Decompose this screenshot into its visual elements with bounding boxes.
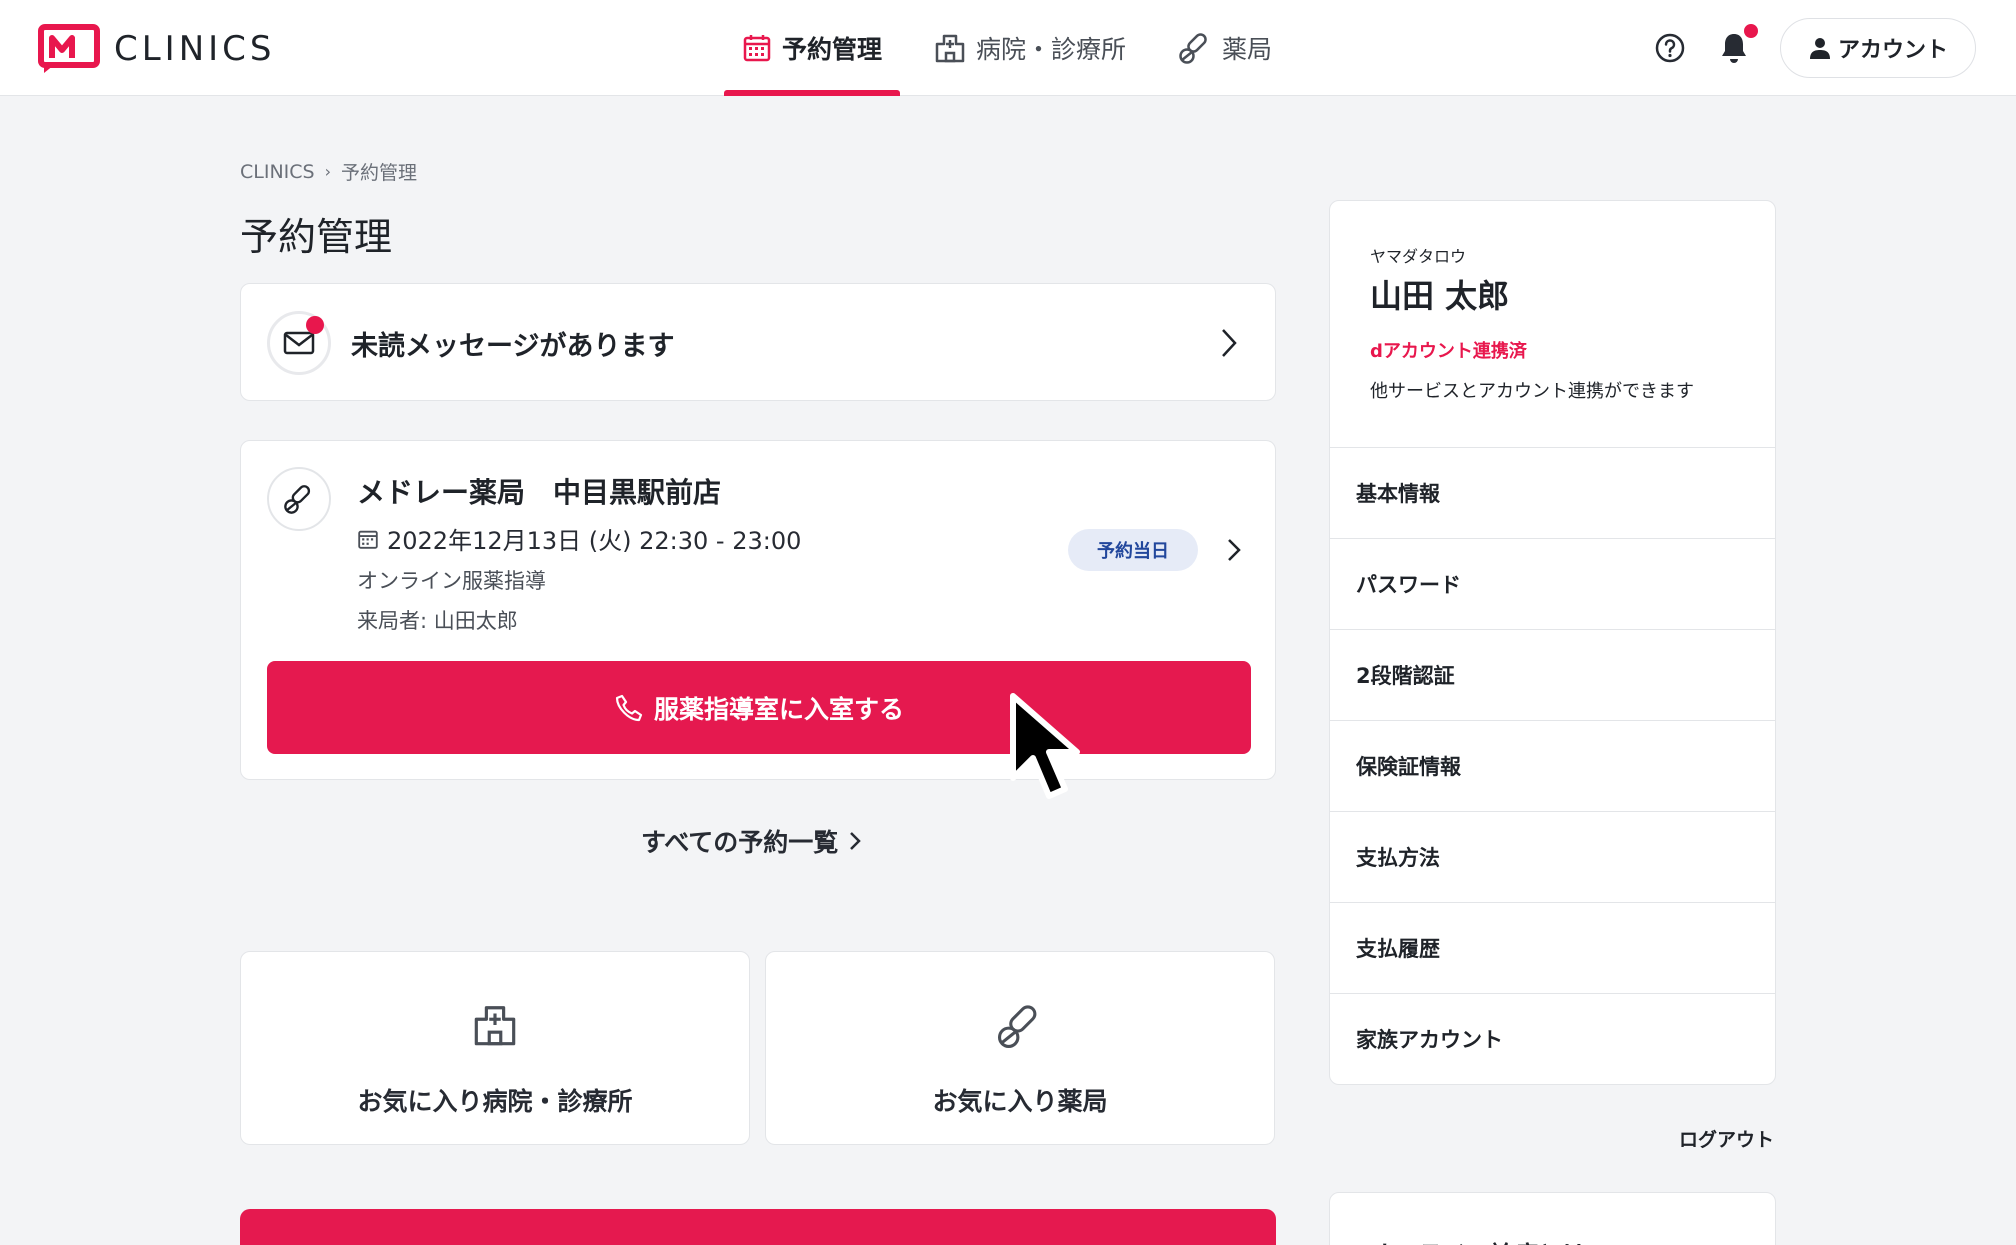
favorite-pharmacy-icon-wrapper [766,1002,1274,1050]
nav-item-hospitals[interactable]: 病院・診療所 [916,0,1144,96]
pill-icon [997,1005,1037,1049]
pill-icon [284,485,311,514]
breadcrumb-current: 予約管理 [341,162,418,184]
unread-dot [306,316,324,334]
pharmacy-name: メドレー薬局 中目黒駅前店 [357,476,722,509]
menu-item-payment-history[interactable]: 支払履歴 [1330,902,1775,993]
help-icon [1655,33,1685,63]
favorite-hospitals-label: お気に入り病院・診療所 [357,1087,633,1116]
logout-link[interactable]: ログアウト [1660,1125,1774,1152]
favorite-pharmacy-label: お気に入り薬局 [932,1087,1108,1116]
unread-message-text: 未読メッセージがあります [351,331,675,362]
notification-button[interactable] [1716,22,1760,66]
bottom-banner[interactable] [240,1209,1276,1245]
reservation-type: オンライン服薬指導 [357,569,546,593]
page-title: 予約管理 [240,215,393,259]
phone-icon [615,694,643,721]
profile-name: 山田 太郎 [1370,277,1510,315]
breadcrumb: CLINICS › 予約管理 [240,158,417,185]
main-nav: 予約管理 病院・診療所 薬局 [724,0,1306,96]
chevron-right-icon[interactable] [1226,537,1242,563]
menu-item-two-factor[interactable]: 2段階認証 [1330,629,1775,720]
favorite-hospitals-icon-wrapper [241,1002,749,1048]
online-consultation-info-card[interactable]: オンライン診療とは [1329,1192,1776,1245]
hospital-icon [935,34,965,63]
favorite-hospitals-card[interactable]: お気に入り病院・診療所 [240,951,750,1145]
nav-item-pharmacy[interactable]: 薬局 [1160,0,1290,96]
nav-label: 病院・診療所 [976,35,1127,64]
all-reservations-label: すべての予約一覧 [641,828,839,857]
help-button[interactable] [1652,30,1688,66]
reservation-card: メドレー薬局 中目黒駅前店 2022年12月13日 (火) 22:30 - 23… [240,440,1276,780]
menu-item-payment-method[interactable]: 支払方法 [1330,811,1775,902]
favorite-pharmacy-card[interactable]: お気に入り薬局 [765,951,1275,1145]
d-account-linked-status[interactable]: dアカウント連携済 [1370,337,1527,363]
mouse-cursor-icon [1010,693,1080,799]
logo-mark-icon [38,24,100,73]
reservation-datetime-text: 2022年12月13日 (火) 22:30 - 23:00 [387,527,802,555]
menu-item-password[interactable]: パスワード [1330,538,1775,629]
hospital-icon [474,1006,516,1046]
account-link-description: 他サービスとアカウント連携ができます [1370,381,1694,402]
menu-item-basic-info[interactable]: 基本情報 [1330,447,1775,538]
profile-menu: 基本情報 パスワード 2段階認証 保険証情報 支払方法 支払履歴 家族アカウント [1330,447,1775,1084]
pill-icon [1179,33,1207,64]
unread-message-card[interactable]: 未読メッセージがあります [240,283,1276,401]
reservation-datetime: 2022年12月13日 (火) 22:30 - 23:00 [357,521,801,556]
profile-kana: ヤマダタロウ [1370,247,1467,266]
status-badge: 予約当日 [1068,529,1198,571]
logo-text: CLINICS [114,29,276,69]
enter-consultation-button[interactable]: 服薬指導室に入室する [267,661,1251,754]
clinics-logo[interactable]: CLINICS [38,24,276,74]
mail-icon [283,331,315,355]
pharmacy-icon-wrapper [267,467,331,531]
account-label: アカウント [1837,38,1948,63]
online-consultation-title: オンライン診療とは [1370,1235,1586,1245]
mail-icon-wrapper [267,311,331,375]
breadcrumb-chevron-icon: › [324,162,332,181]
all-reservations-link[interactable]: すべての予約一覧 [641,823,862,859]
nav-label: 薬局 [1222,35,1273,64]
profile-card: ヤマダタロウ 山田 太郎 dアカウント連携済 他サービスとアカウント連携ができま… [1329,200,1776,1085]
chevron-right-icon [850,832,862,850]
nav-label: 予約管理 [782,35,883,64]
user-icon [1809,38,1830,59]
chevron-right-icon [1222,329,1237,357]
menu-item-insurance[interactable]: 保険証情報 [1330,720,1775,811]
top-header: CLINICS 予約管理 病院・診療所 薬局 アカウント [0,0,2016,96]
breadcrumb-root[interactable]: CLINICS [240,161,315,183]
calendar-icon [743,35,771,62]
calendar-icon [358,530,378,549]
reservation-visitor: 来局者: 山田太郎 [357,609,518,633]
enter-consultation-label: 服薬指導室に入室する [653,694,904,724]
menu-item-family-account[interactable]: 家族アカウント [1330,993,1775,1084]
notification-dot [1742,22,1760,40]
account-button[interactable]: アカウント [1780,18,1976,78]
nav-item-reservations[interactable]: 予約管理 [724,0,901,96]
